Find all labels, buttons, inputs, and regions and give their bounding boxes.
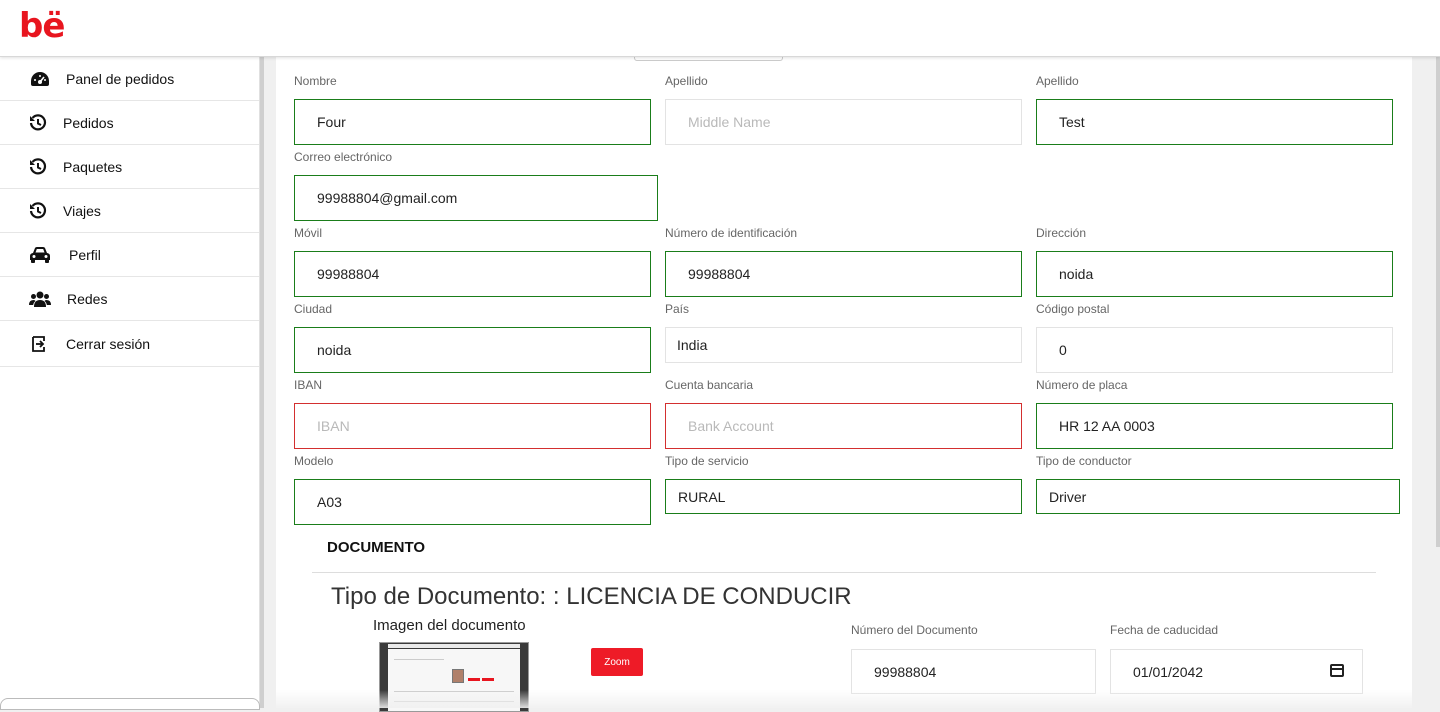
panel-tab — [634, 57, 783, 61]
iban-label: IBAN — [294, 378, 323, 392]
sidebar-item-cerrar-sesion[interactable]: Cerrar sesión — [0, 321, 259, 367]
numero-documento-label: Número del Documento — [851, 623, 978, 637]
numero-documento-field[interactable]: 99988804 — [851, 649, 1096, 694]
identificacion-field[interactable]: 99988804 — [665, 251, 1022, 297]
direccion-field[interactable]: noida — [1036, 251, 1393, 297]
fecha-caducidad-field[interactable]: 01/01/2042 — [1110, 649, 1363, 694]
ciudad-field[interactable]: noida — [294, 327, 651, 373]
calendar-icon[interactable] — [1330, 664, 1344, 677]
sidebar-item-viajes[interactable]: Viajes — [0, 189, 259, 233]
history-icon — [27, 113, 49, 133]
history-icon — [27, 157, 49, 177]
middle-name-label: Apellido — [665, 74, 708, 88]
movil-field[interactable]: 99988804 — [294, 251, 651, 297]
sidebar-item-label: Redes — [67, 290, 108, 307]
fecha-caducidad-value: 01/01/2042 — [1133, 663, 1204, 680]
correo-label: Correo electrónico — [294, 150, 393, 164]
bank-account-field[interactable]: Bank Account — [665, 403, 1022, 449]
sidebar: Panel de pedidos Pedidos Paquetes Viajes… — [0, 57, 260, 710]
movil-value: 99988804 — [317, 266, 380, 282]
sidebar-item-paquetes[interactable]: Paquetes — [0, 145, 259, 189]
iban-field[interactable]: IBAN — [294, 403, 651, 449]
sidebar-item-label: Paquetes — [63, 158, 123, 175]
sidebar-item-panel-de-pedidos[interactable]: Panel de pedidos — [0, 57, 259, 101]
apellido-label: Apellido — [1036, 74, 1079, 88]
bank-account-placeholder: Bank Account — [688, 418, 774, 434]
placa-field[interactable]: HR 12 AA 0003 — [1036, 403, 1393, 449]
apellido-value: Test — [1059, 114, 1085, 130]
sidebar-item-label: Panel de pedidos — [66, 70, 175, 87]
zoom-button[interactable]: Zoom — [591, 648, 643, 676]
sidebar-item-label: Perfil — [69, 246, 101, 263]
sidebar-item-pedidos[interactable]: Pedidos — [0, 101, 259, 145]
document-image-label: Imagen del documento — [373, 617, 526, 634]
sidebar-item-perfil[interactable]: Perfil — [0, 233, 259, 277]
document-section-title: DOCUMENTO — [327, 539, 426, 556]
fecha-caducidad-label: Fecha de caducidad — [1110, 623, 1219, 637]
cuenta-label: Cuenta bancaria — [665, 378, 754, 392]
sidebar-item-label: Viajes — [63, 202, 101, 219]
pais-select[interactable]: India — [665, 327, 1022, 363]
placa-label: Número de placa — [1036, 378, 1128, 392]
nombre-label: Nombre — [294, 74, 337, 88]
codigo-postal-field[interactable]: 0 — [1036, 327, 1393, 373]
sign-out-icon — [29, 334, 51, 354]
pais-label: País — [665, 302, 690, 316]
movil-label: Móvil — [294, 226, 323, 240]
numero-documento-value: 99988804 — [874, 663, 937, 680]
middle-name-placeholder: Middle Name — [688, 114, 771, 130]
top-header: bë — [0, 0, 1440, 57]
bottom-fade — [276, 690, 1412, 708]
direccion-label: Dirección — [1036, 226, 1087, 240]
tipo-conductor-select[interactable]: Driver — [1036, 479, 1400, 514]
dashboard-gauge-icon — [29, 69, 51, 89]
app-logo[interactable]: bë — [19, 6, 65, 46]
sidebar-footer — [0, 698, 260, 710]
tipo-conductor-value: Driver — [1049, 488, 1087, 505]
modelo-field[interactable]: A03 — [294, 479, 651, 525]
tipo-conductor-label: Tipo de conductor — [1036, 454, 1132, 468]
car-icon — [29, 245, 51, 265]
tipo-servicio-select[interactable]: RURAL — [665, 479, 1022, 514]
sidebar-scrollbar[interactable] — [260, 57, 264, 708]
email-value: 99988804@gmail.com — [317, 190, 458, 206]
sidebar-item-redes[interactable]: Redes — [0, 277, 259, 321]
nombre-field[interactable]: Four — [294, 99, 651, 145]
pais-value: India — [677, 337, 708, 353]
users-icon — [29, 289, 51, 309]
ciudad-value: noida — [317, 342, 352, 358]
sidebar-item-label: Cerrar sesión — [66, 335, 151, 352]
ciudad-label: Ciudad — [294, 302, 333, 316]
tipo-servicio-value: RURAL — [678, 488, 726, 505]
sidebar-item-label: Pedidos — [63, 114, 114, 131]
page-scrollbar[interactable] — [1436, 57, 1440, 547]
tipo-servicio-label: Tipo de servicio — [665, 454, 749, 468]
identificacion-value: 99988804 — [688, 266, 751, 282]
codigo-postal-value: 0 — [1059, 342, 1067, 358]
identificacion-label: Número de identificación — [665, 226, 798, 240]
apellido-field[interactable]: Test — [1036, 99, 1393, 145]
email-field[interactable]: 99988804@gmail.com — [294, 175, 658, 221]
direccion-value: noida — [1059, 266, 1094, 282]
codigo-postal-label: Código postal — [1036, 302, 1110, 316]
modelo-value: A03 — [317, 494, 342, 510]
section-divider — [312, 572, 1376, 573]
history-icon — [27, 201, 49, 221]
nombre-value: Four — [317, 114, 346, 130]
placa-value: HR 12 AA 0003 — [1059, 418, 1155, 434]
document-type-title: Tipo de Documento: : LICENCIA DE CONDUCI… — [331, 583, 852, 610]
iban-placeholder: IBAN — [317, 418, 350, 434]
modelo-label: Modelo — [294, 454, 334, 468]
middle-name-field[interactable]: Middle Name — [665, 99, 1022, 145]
